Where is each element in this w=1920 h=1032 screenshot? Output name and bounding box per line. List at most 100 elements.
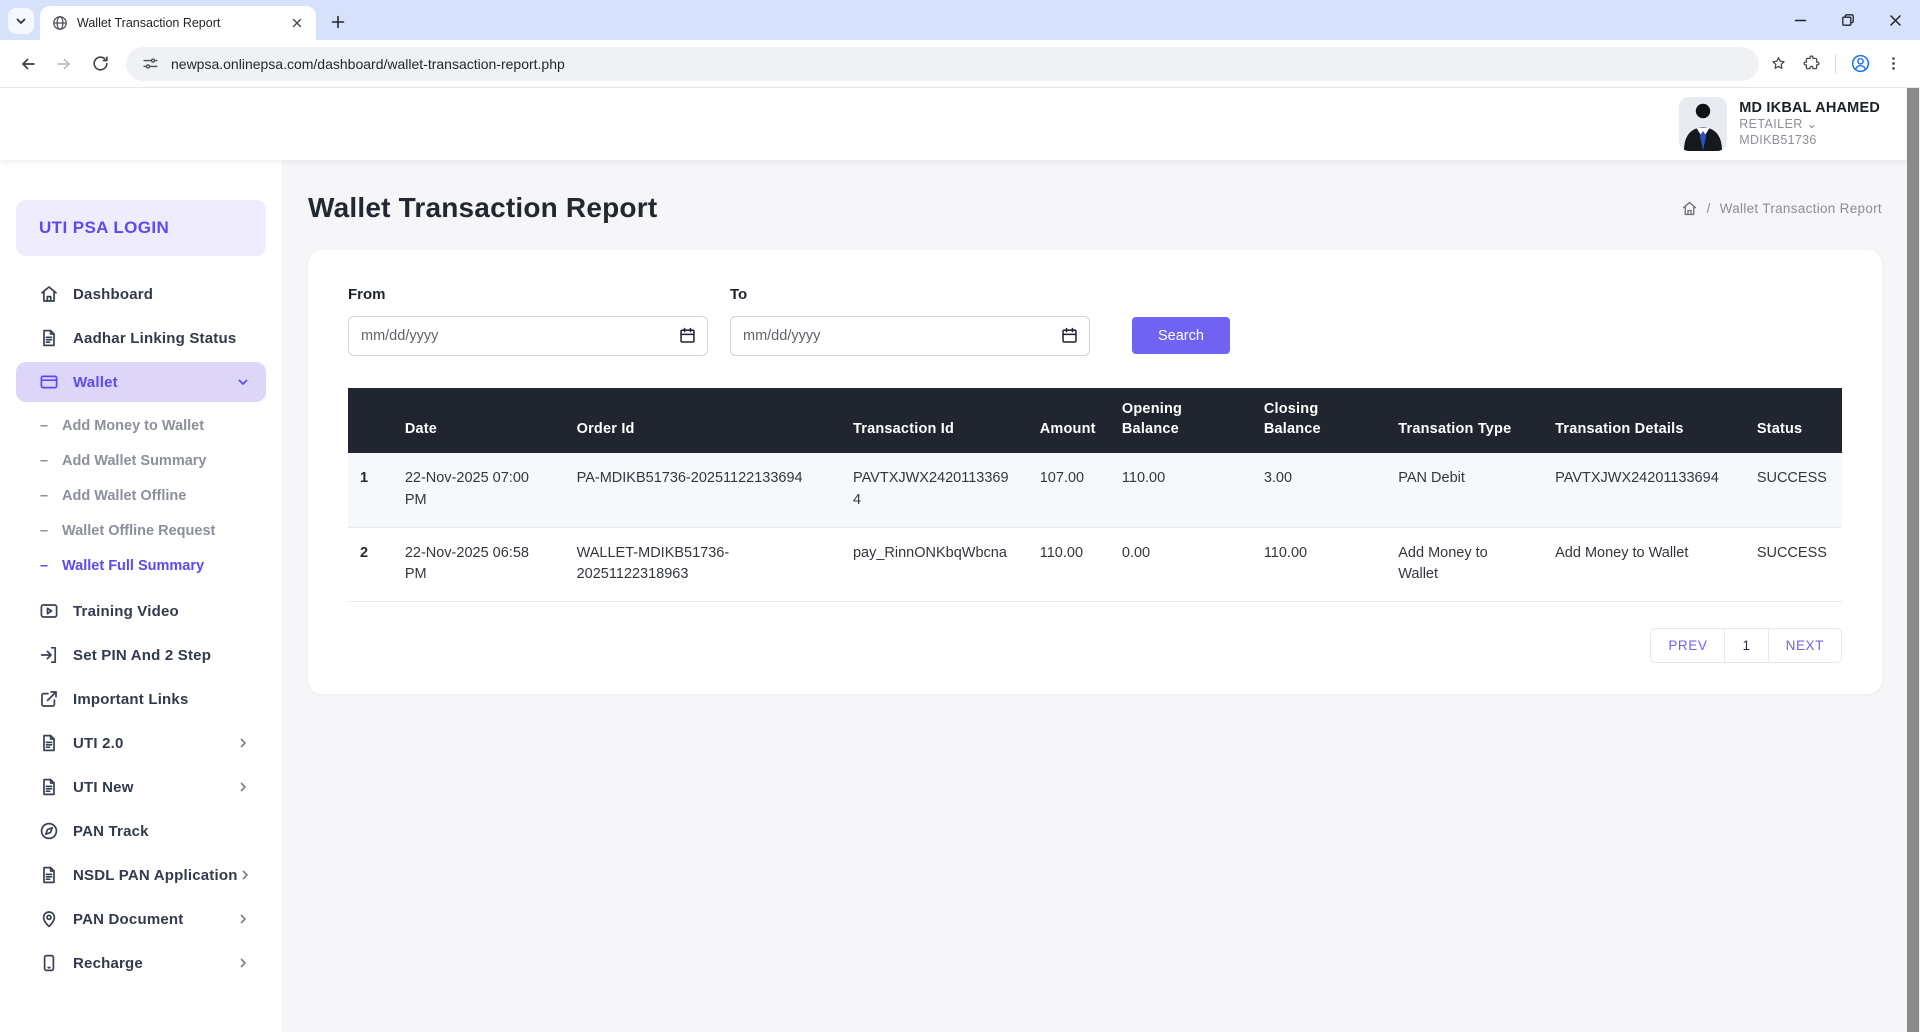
sidebar-item-dashboard[interactable]: Dashboard	[16, 274, 266, 314]
url-input[interactable]: newpsa.onlinepsa.com/dashboard/wallet-tr…	[126, 47, 1759, 81]
sidebar-item-pan-document[interactable]: PAN Document	[16, 899, 266, 939]
cell-transaction_id: PAVTXJWX24201133694	[841, 453, 1028, 527]
sidebar-subitem-label: Wallet Full Summary	[62, 558, 204, 574]
sidebar-subitem-wallet-offline-request[interactable]: –Wallet Offline Request	[0, 513, 282, 548]
chevron-right-icon	[236, 956, 250, 970]
sidebar-item-label: Dashboard	[73, 286, 153, 303]
sidebar-item-pan-track[interactable]: PAN Track	[16, 811, 266, 851]
tab-list-button[interactable]	[8, 8, 34, 34]
sidebar-subitem-label: Add Wallet Summary	[62, 453, 207, 469]
sidebar-item-uti-new[interactable]: UTI New	[16, 767, 266, 807]
window-restore-icon[interactable]	[1841, 13, 1855, 27]
dash-icon: –	[40, 523, 62, 539]
sidebar-item-aadhar-linking-status[interactable]: Aadhar Linking Status	[16, 318, 266, 358]
scrollbar-thumb[interactable]	[1907, 88, 1919, 1032]
tab-close-icon[interactable]	[288, 14, 306, 32]
forward-button[interactable]	[46, 46, 82, 82]
cell-status: SUCCESS	[1745, 527, 1842, 602]
chevron-right-icon	[238, 868, 252, 882]
user-id: MDIKB51736	[1739, 133, 1880, 149]
to-date-input[interactable]	[730, 316, 1090, 356]
transactions-table: DateOrder IdTransaction IdAmountOpening …	[348, 388, 1842, 602]
video-icon	[39, 601, 59, 621]
home-icon[interactable]	[1681, 200, 1698, 217]
user-name: MD IKBAL AHAMED	[1739, 99, 1880, 117]
cell-order_id: WALLET-MDIKB51736-20251122318963	[565, 527, 841, 602]
dash-icon: –	[40, 418, 62, 434]
user-role[interactable]: RETAILER ⌄	[1739, 117, 1880, 133]
sidebar-nav: DashboardAadhar Linking StatusWallet–Add…	[0, 274, 282, 983]
column-header-transation-details: Transation Details	[1543, 388, 1745, 453]
table-row: 122-Nov-2025 07:00 PMPA-MDIKB51736-20251…	[348, 453, 1842, 527]
page-title: Wallet Transaction Report	[308, 192, 657, 224]
window-minimize-icon[interactable]	[1794, 14, 1807, 27]
cell-transation_type: PAN Debit	[1386, 453, 1543, 527]
sidebar-item-nsdl-pan-application[interactable]: NSDL PAN Application	[16, 855, 266, 895]
file-text-icon	[39, 865, 59, 885]
sidebar-item-label: PAN Track	[73, 823, 149, 840]
sidebar-item-set-pin-and-2-step[interactable]: Set PIN And 2 Step	[16, 635, 266, 675]
sidebar-subitem-wallet-full-summary[interactable]: –Wallet Full Summary	[0, 548, 282, 583]
search-button[interactable]: Search	[1132, 317, 1230, 354]
reload-button[interactable]	[82, 46, 118, 82]
breadcrumb: / Wallet Transaction Report	[1681, 200, 1882, 217]
sidebar-item-training-video[interactable]: Training Video	[16, 591, 266, 631]
external-link-icon	[39, 689, 59, 709]
compass-icon	[39, 821, 59, 841]
file-text-icon	[39, 328, 59, 348]
pagination-page-1[interactable]: 1	[1724, 629, 1768, 662]
globe-favicon-icon	[52, 15, 68, 31]
sidebar-item-label: Wallet	[73, 374, 118, 391]
window-close-icon[interactable]	[1889, 14, 1902, 27]
browser-actions	[1769, 53, 1910, 74]
cell-transation_details: PAVTXJWX24201133694	[1543, 453, 1745, 527]
user-info: MD IKBAL AHAMED RETAILER ⌄ MDIKB51736	[1739, 99, 1880, 148]
sidebar-item-label: Important Links	[73, 691, 189, 708]
profile-icon[interactable]	[1850, 53, 1871, 74]
cell-sno: 2	[348, 527, 393, 602]
toolbar-divider	[1835, 55, 1836, 73]
sidebar-item-recharge[interactable]: Recharge	[16, 943, 266, 983]
sidebar-subitem-add-money-to-wallet[interactable]: –Add Money to Wallet	[0, 408, 282, 443]
from-date-input[interactable]	[348, 316, 708, 356]
cell-closing_balance: 3.00	[1252, 453, 1386, 527]
page-scrollbar[interactable]	[1906, 88, 1920, 1032]
smartphone-icon	[39, 953, 59, 973]
bookmark-star-icon[interactable]	[1769, 54, 1788, 73]
pagination-prev-button[interactable]: PREV	[1651, 629, 1724, 662]
cell-transation_type: Add Money to Wallet	[1386, 527, 1543, 602]
chevron-right-icon	[236, 736, 250, 750]
main-content: Wallet Transaction Report / Wallet Trans…	[282, 160, 1906, 1032]
cell-status: SUCCESS	[1745, 453, 1842, 527]
sidebar-subitem-add-wallet-summary[interactable]: –Add Wallet Summary	[0, 443, 282, 478]
browser-tab[interactable]: Wallet Transaction Report	[40, 6, 316, 40]
user-profile[interactable]: MD IKBAL AHAMED RETAILER ⌄ MDIKB51736	[1679, 97, 1880, 151]
menu-kebab-icon[interactable]	[1885, 55, 1902, 72]
extensions-icon[interactable]	[1802, 54, 1821, 73]
cell-amount: 110.00	[1028, 527, 1110, 602]
column-header-closing-balance: Closing Balance	[1252, 388, 1386, 453]
sidebar-item-uti-2-0[interactable]: UTI 2.0	[16, 723, 266, 763]
sidebar-subitem-label: Add Wallet Offline	[62, 488, 186, 504]
sidebar-brand[interactable]: UTI PSA LOGIN	[16, 200, 266, 256]
home-icon	[39, 284, 59, 304]
chevron-right-icon	[236, 780, 250, 794]
column-header-order-id: Order Id	[565, 388, 841, 453]
column-header-date: Date	[393, 388, 565, 453]
browser-url-bar: newpsa.onlinepsa.com/dashboard/wallet-tr…	[0, 40, 1920, 88]
back-button[interactable]	[10, 46, 46, 82]
cell-sno: 1	[348, 453, 393, 527]
avatar	[1679, 97, 1727, 151]
chevron-right-icon	[236, 912, 250, 926]
sidebar-item-wallet[interactable]: Wallet	[16, 362, 266, 402]
column-header-transation-type: Transation Type	[1386, 388, 1543, 453]
sidebar-subitem-add-wallet-offline[interactable]: –Add Wallet Offline	[0, 478, 282, 513]
column-header-sno	[348, 388, 393, 453]
sidebar-subitem-label: Add Money to Wallet	[62, 418, 204, 434]
pagination-next-button[interactable]: NEXT	[1769, 629, 1841, 662]
breadcrumb-separator: /	[1707, 201, 1711, 216]
sidebar-item-important-links[interactable]: Important Links	[16, 679, 266, 719]
pagination: PREV 1 NEXT	[1650, 628, 1842, 663]
site-settings-icon[interactable]	[142, 55, 159, 72]
new-tab-button[interactable]	[324, 8, 352, 36]
